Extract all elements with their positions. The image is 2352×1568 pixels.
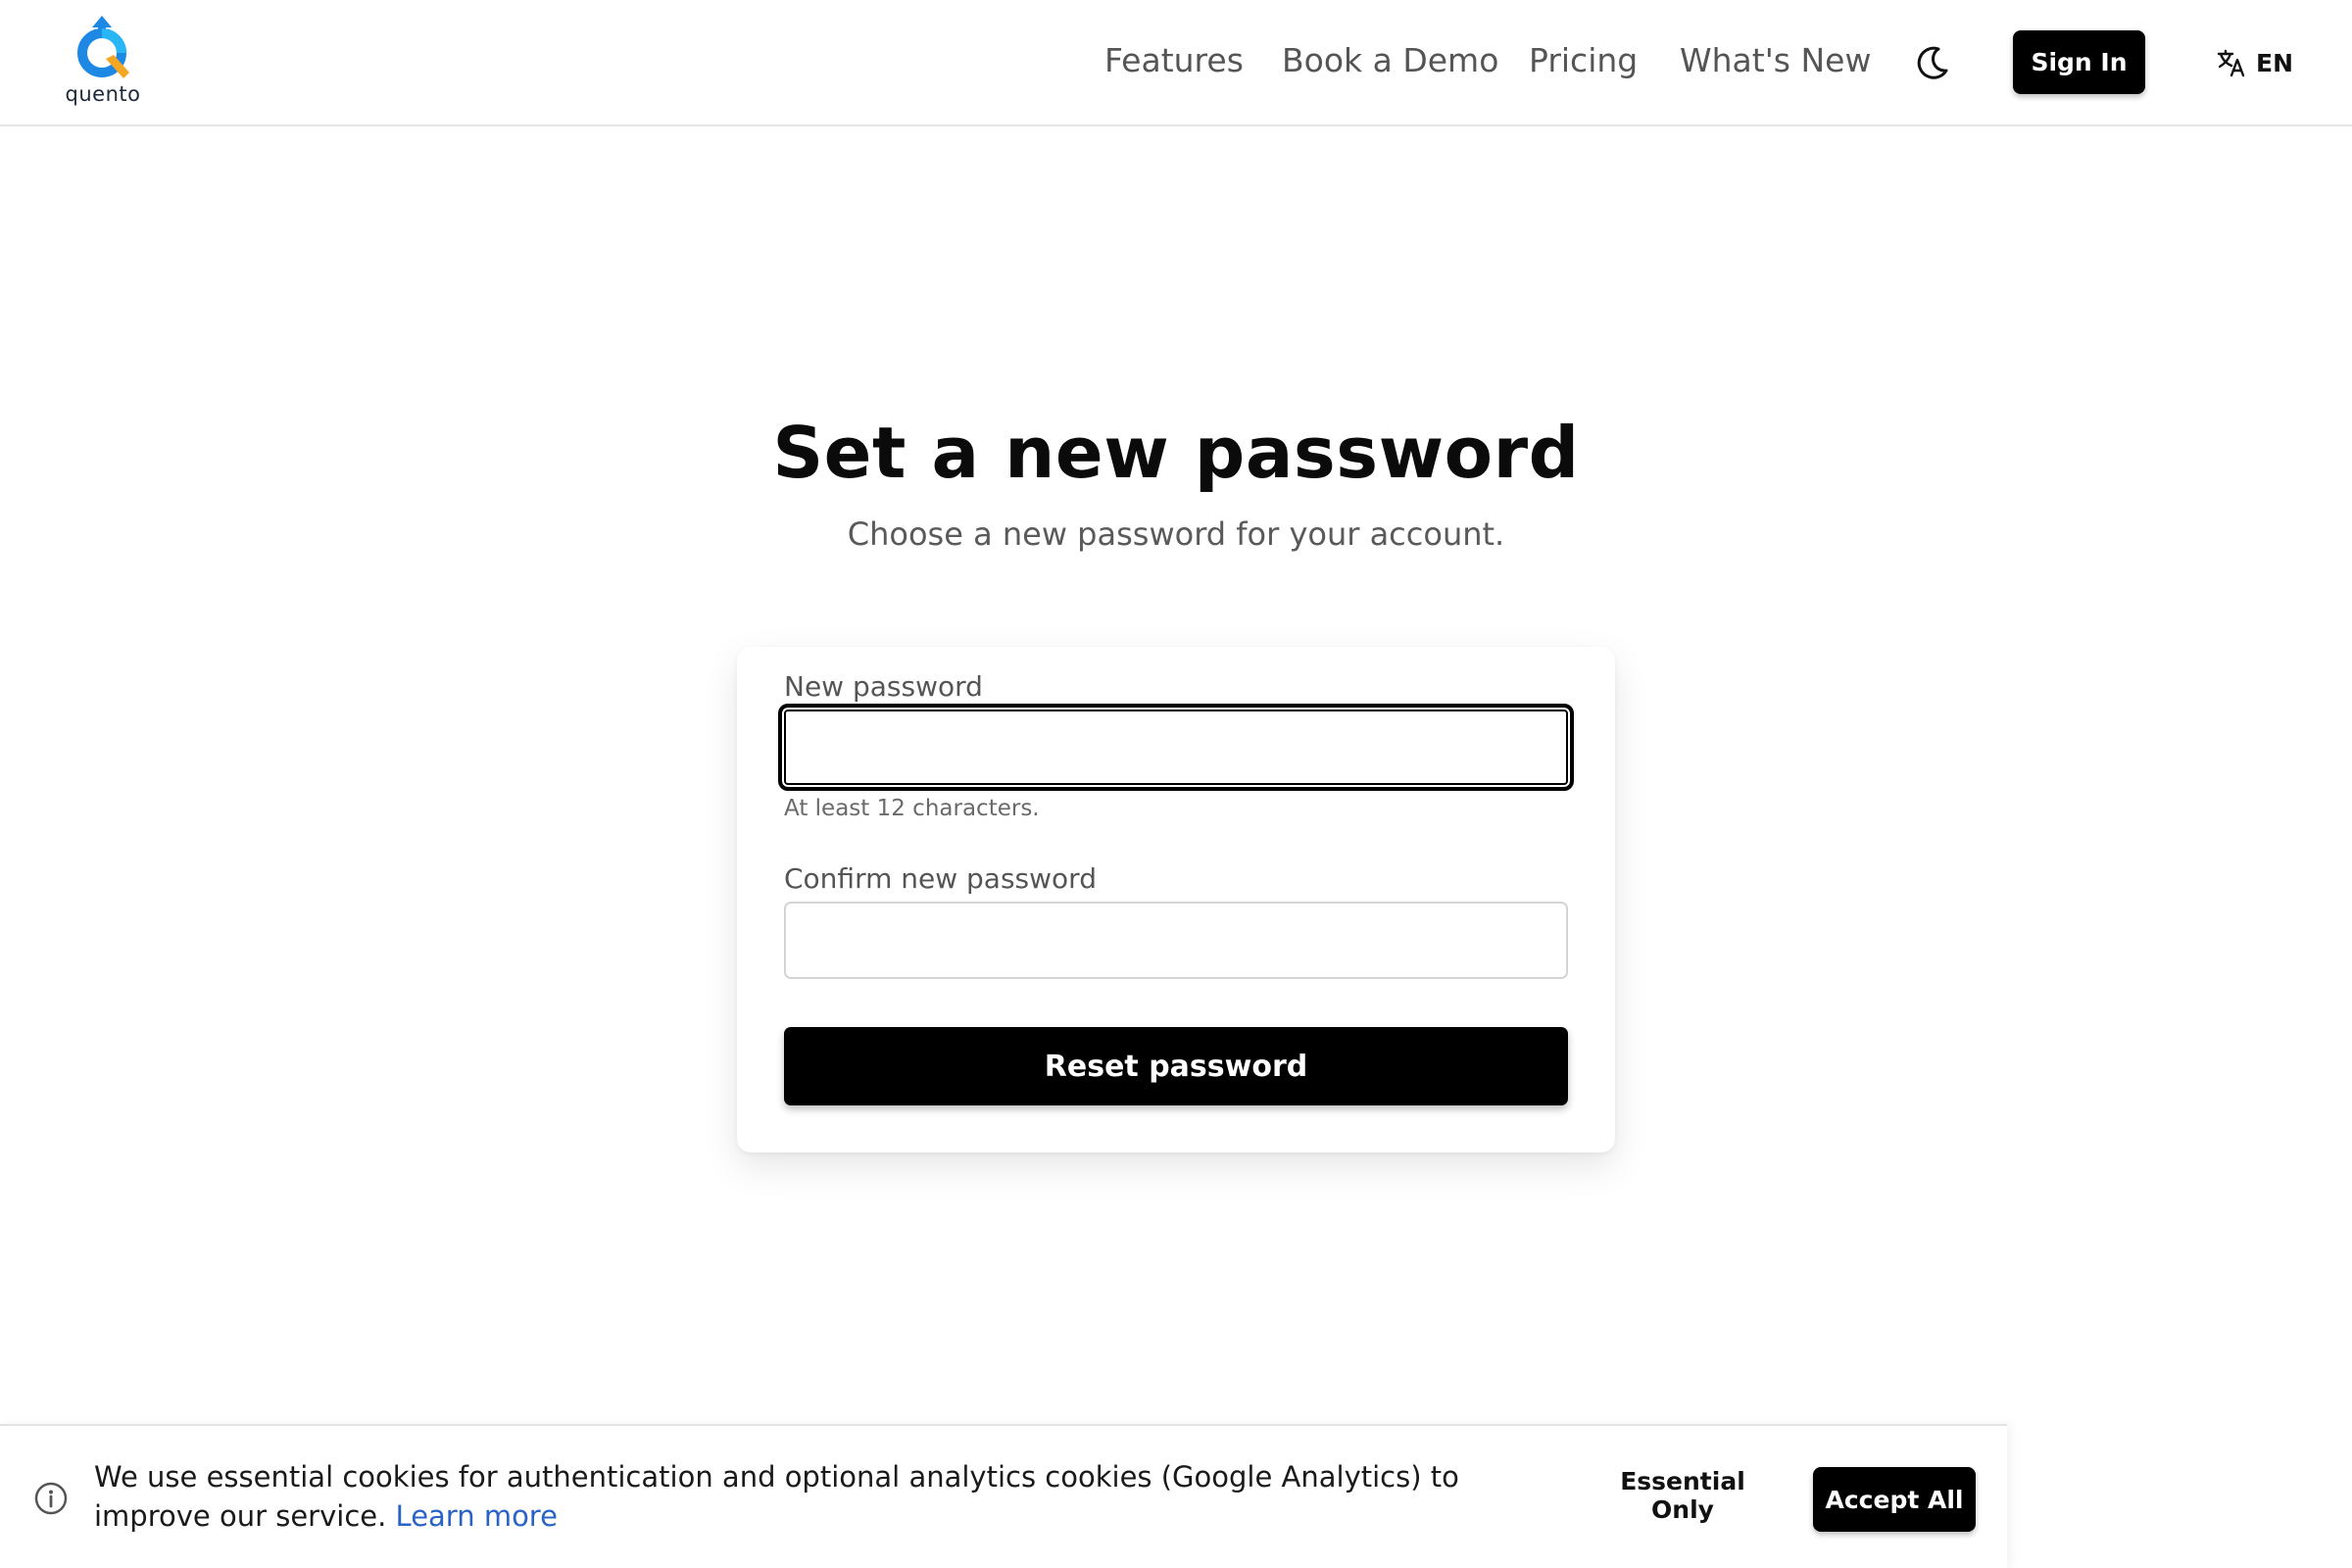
moon-icon (1917, 46, 1948, 79)
language-label: EN (2256, 48, 2294, 77)
nav-link-pricing[interactable]: Pricing (1529, 41, 1638, 79)
quento-logo-icon (77, 16, 129, 78)
language-selector[interactable]: EN (2217, 45, 2293, 80)
quento-logo[interactable]: quento (61, 14, 145, 108)
new-password-input[interactable] (778, 704, 1574, 791)
translate-icon (2217, 49, 2245, 77)
reset-password-form: New password At least 12 characters. Con… (737, 647, 1615, 1152)
info-icon (34, 1482, 68, 1515)
nav-link-whats-new[interactable]: What's New (1680, 41, 1871, 79)
sign-in-button[interactable]: Sign In (2013, 30, 2145, 94)
accept-all-button[interactable]: Accept All (1813, 1467, 1976, 1532)
confirm-password-input[interactable] (784, 902, 1568, 979)
page-title: Set a new password (772, 412, 1580, 494)
cookie-consent-banner: We use essential cookies for authenticat… (0, 1424, 2007, 1568)
nav-link-features[interactable]: Features (1104, 41, 1244, 79)
reset-password-button[interactable]: Reset password (784, 1027, 1568, 1105)
confirm-password-label: Confirm new password (784, 862, 1097, 895)
logo-wordmark: quento (65, 82, 141, 106)
new-password-label: New password (784, 670, 983, 703)
new-password-hint: At least 12 characters. (784, 796, 1040, 821)
cookie-message: We use essential cookies for authenticat… (94, 1457, 1544, 1536)
page-subtitle: Choose a new password for your account. (847, 515, 1505, 553)
nav-link-book-a-demo[interactable]: Book a Demo (1282, 41, 1498, 79)
learn-more-link[interactable]: Learn more (396, 1499, 558, 1533)
essential-only-button[interactable]: Essential Only (1590, 1463, 1776, 1528)
theme-toggle-button[interactable] (1913, 43, 1952, 82)
cookie-message-text: We use essential cookies for authenticat… (94, 1460, 1459, 1533)
top-navigation-bar: quento Features Book a Demo Pricing What… (0, 0, 2352, 126)
